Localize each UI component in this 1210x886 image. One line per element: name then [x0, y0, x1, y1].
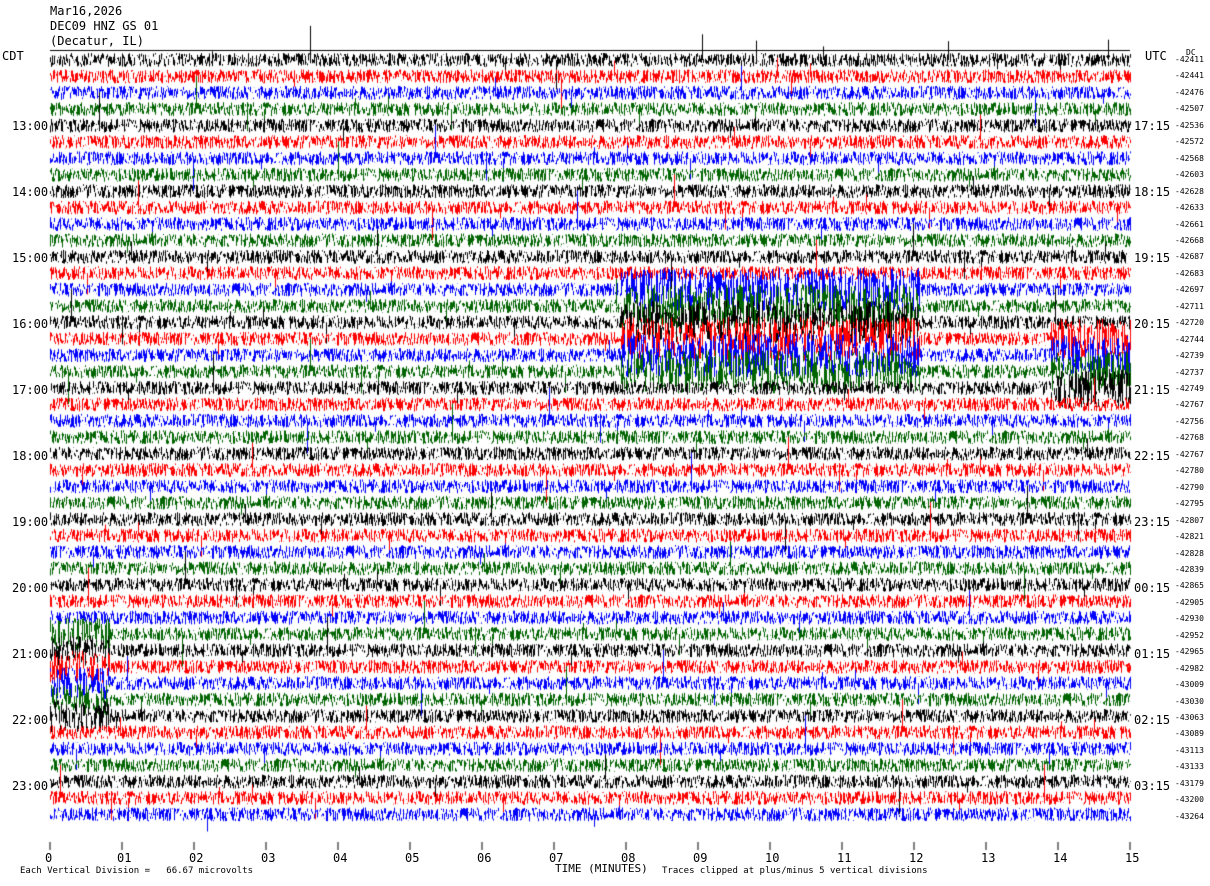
right-timezone-label: UTC: [1145, 49, 1167, 63]
dc-offset-label: -42507: [1175, 104, 1204, 114]
dc-offset-label: -43030: [1175, 696, 1204, 706]
dc-offset-label: -42711: [1175, 301, 1204, 311]
right-time-label: 19:15: [1134, 251, 1171, 265]
x-tick-label: 03: [261, 851, 276, 865]
dc-offset-label: -42687: [1175, 252, 1204, 262]
dc-offset-label: -43179: [1175, 778, 1204, 788]
right-time-label: 00:15: [1134, 581, 1171, 595]
clip-note: Traces clipped at plus/minus 5 vertical …: [662, 866, 928, 876]
dc-offset-label: -42720: [1175, 318, 1204, 328]
x-tick-label: 01: [117, 851, 132, 865]
dc-offset-label: -42568: [1175, 153, 1204, 163]
left-time-label: 17:00: [12, 383, 49, 397]
left-time-label: 18:00: [12, 449, 49, 463]
date-label: Mar16,2026: [50, 4, 123, 18]
right-time-label: 03:15: [1134, 779, 1171, 793]
dc-offset-label: -43200: [1175, 795, 1204, 805]
dc-offset-label: -42807: [1175, 515, 1204, 525]
dc-offset-label: -42767: [1175, 400, 1204, 410]
scale-note: Each Vertical Division = 66.67 microvolt…: [20, 866, 253, 876]
x-tick-label: 15: [1125, 851, 1140, 865]
location-label: (Decatur, IL): [50, 34, 144, 48]
dc-offset-label: -42737: [1175, 367, 1204, 377]
x-tick-label: 02: [189, 851, 204, 865]
dc-offset-label: -42768: [1175, 433, 1204, 443]
x-tick-label: 12: [909, 851, 924, 865]
dc-offset-label: -42628: [1175, 186, 1204, 196]
dc-offset-label: -42572: [1175, 137, 1204, 147]
station-label: DEC09 HNZ GS 01: [50, 19, 159, 33]
dc-offset-label: -42756: [1175, 416, 1204, 426]
dc-offset-label: -42865: [1175, 581, 1204, 591]
dc-offset-label: -42683: [1175, 268, 1204, 278]
dc-offset-label: -42749: [1175, 384, 1204, 393]
right-time-label: 23:15: [1134, 515, 1171, 529]
right-time-label: 02:15: [1134, 713, 1171, 727]
left-time-label: 13:00: [12, 119, 49, 133]
dc-offset-label: -43009: [1175, 680, 1204, 690]
dc-offset-label: -42952: [1175, 630, 1204, 640]
left-time-label: 22:00: [12, 713, 49, 727]
right-time-label: 18:15: [1134, 185, 1171, 199]
dc-offset-label: -42790: [1175, 482, 1204, 492]
x-tick-label: 09: [693, 851, 708, 865]
dc-offset-label: -42536: [1175, 120, 1204, 130]
x-tick-label: 05: [405, 851, 420, 865]
left-timezone-label: CDT: [2, 49, 24, 63]
right-time-label: 22:15: [1134, 449, 1171, 463]
dc-offset-label: -42661: [1175, 219, 1204, 229]
dc-offset-label: -42411: [1175, 55, 1204, 64]
dc-offset-label: -42965: [1175, 647, 1204, 657]
dc-offset-label: -42744: [1175, 334, 1204, 344]
x-tick-label: 04: [333, 851, 348, 865]
dc-offset-label: -42839: [1175, 564, 1204, 574]
helicorder-plot: [0, 0, 1210, 886]
x-tick-label: 14: [1053, 851, 1068, 865]
dc-offset-label: -42441: [1175, 71, 1204, 81]
dc-offset-label: -42739: [1175, 351, 1204, 361]
x-axis-title: TIME (MINUTES): [555, 862, 648, 875]
right-time-label: 01:15: [1134, 647, 1171, 661]
dc-offset-label: -42476: [1175, 87, 1204, 97]
left-time-label: 16:00: [12, 317, 49, 331]
dc-offset-label: -42828: [1175, 548, 1204, 558]
dc-offset-label: -42795: [1175, 499, 1204, 509]
left-time-label: 14:00: [12, 185, 49, 199]
dc-offset-label: -42767: [1175, 449, 1204, 459]
right-time-label: 17:15: [1134, 119, 1171, 133]
dc-offset-label: -43113: [1175, 745, 1204, 755]
x-tick-label: 06: [477, 851, 492, 865]
dc-offset-label: -43089: [1175, 729, 1204, 739]
dc-offset-label: -42633: [1175, 203, 1204, 213]
dc-offset-label: -42905: [1175, 597, 1204, 607]
dc-offset-label: -43264: [1175, 811, 1204, 821]
dc-offset-label: -42982: [1175, 663, 1204, 673]
right-time-label: 21:15: [1134, 383, 1171, 397]
dc-offset-label: -42697: [1175, 285, 1204, 295]
x-tick-label: 10: [765, 851, 780, 865]
dc-offset-label: -42780: [1175, 466, 1204, 476]
left-time-label: 15:00: [12, 251, 49, 265]
x-tick-label: 11: [837, 851, 852, 865]
left-time-label: 20:00: [12, 581, 49, 595]
dc-offset-label: -43063: [1175, 713, 1204, 722]
dc-offset-label: -43133: [1175, 762, 1204, 772]
x-tick-label: 0: [45, 851, 53, 865]
left-time-label: 23:00: [12, 779, 49, 793]
dc-offset-label: -42821: [1175, 532, 1204, 542]
right-time-label: 20:15: [1134, 317, 1171, 331]
dc-offset-label: -42930: [1175, 614, 1204, 624]
x-tick-label: 13: [981, 851, 996, 865]
left-time-label: 21:00: [12, 647, 49, 661]
left-time-label: 19:00: [12, 515, 49, 529]
dc-offset-label: -42668: [1175, 235, 1204, 245]
dc-offset-label: -42603: [1175, 170, 1204, 180]
